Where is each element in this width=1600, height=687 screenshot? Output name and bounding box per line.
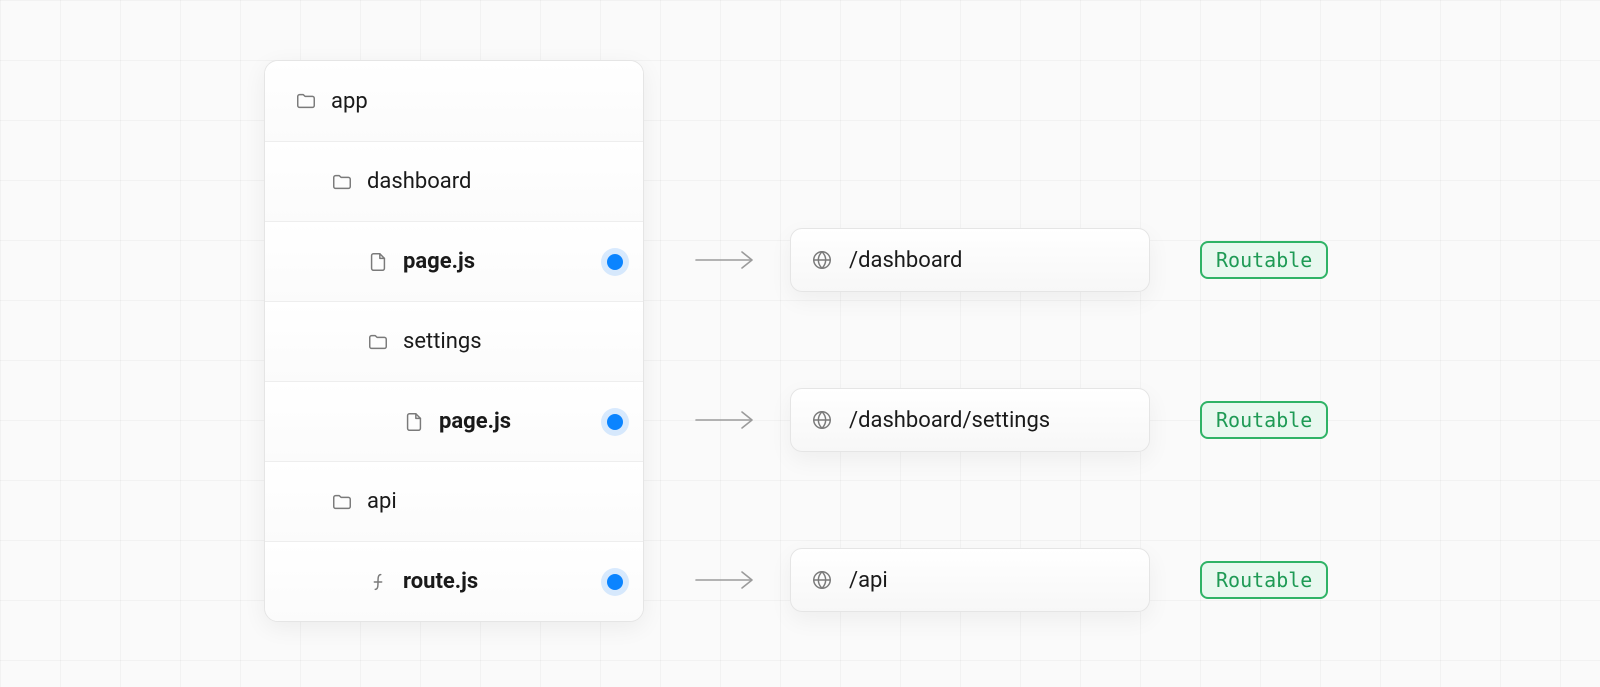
file-icon bbox=[403, 411, 425, 433]
tree-label: settings bbox=[403, 329, 482, 354]
routable-badge: Routable bbox=[1200, 561, 1328, 599]
folder-icon bbox=[331, 491, 353, 513]
tree-row-app: app bbox=[265, 61, 643, 141]
badge-label: Routable bbox=[1216, 248, 1312, 272]
route-path: /dashboard bbox=[849, 248, 962, 273]
tree-label: app bbox=[331, 89, 368, 114]
arrow-right-icon bbox=[694, 568, 760, 592]
route-path: /dashboard/settings bbox=[849, 408, 1050, 433]
tree-row-settings-page: page.js bbox=[265, 381, 643, 461]
routable-dot-icon bbox=[607, 414, 623, 430]
tree-row-settings: settings bbox=[265, 301, 643, 381]
routable-badge: Routable bbox=[1200, 241, 1328, 279]
tree-row-api-route: route.js bbox=[265, 541, 643, 621]
route-pill-api: /api bbox=[790, 548, 1150, 612]
tree-label: page.js bbox=[403, 249, 475, 274]
tree-row-dashboard-page: page.js bbox=[265, 221, 643, 301]
file-tree-panel: app dashboard page.js settings bbox=[264, 60, 644, 622]
tree-label: api bbox=[367, 489, 397, 514]
routable-dot-icon bbox=[607, 574, 623, 590]
tree-label: route.js bbox=[403, 569, 478, 594]
tree-label: page.js bbox=[439, 409, 511, 434]
badge-label: Routable bbox=[1216, 568, 1312, 592]
tree-label: dashboard bbox=[367, 169, 471, 194]
globe-icon bbox=[811, 409, 833, 431]
function-icon bbox=[367, 571, 389, 593]
route-pill-dashboard: /dashboard bbox=[790, 228, 1150, 292]
tree-row-api: api bbox=[265, 461, 643, 541]
arrow-right-icon bbox=[694, 248, 760, 272]
folder-icon bbox=[367, 331, 389, 353]
routable-dot-icon bbox=[607, 254, 623, 270]
file-icon bbox=[367, 251, 389, 273]
diagram-stage: app dashboard page.js settings bbox=[0, 0, 1600, 687]
tree-row-dashboard: dashboard bbox=[265, 141, 643, 221]
folder-icon bbox=[331, 171, 353, 193]
route-pill-settings: /dashboard/settings bbox=[790, 388, 1150, 452]
route-path: /api bbox=[849, 568, 888, 593]
arrow-right-icon bbox=[694, 408, 760, 432]
globe-icon bbox=[811, 249, 833, 271]
badge-label: Routable bbox=[1216, 408, 1312, 432]
routable-badge: Routable bbox=[1200, 401, 1328, 439]
globe-icon bbox=[811, 569, 833, 591]
folder-icon bbox=[295, 90, 317, 112]
